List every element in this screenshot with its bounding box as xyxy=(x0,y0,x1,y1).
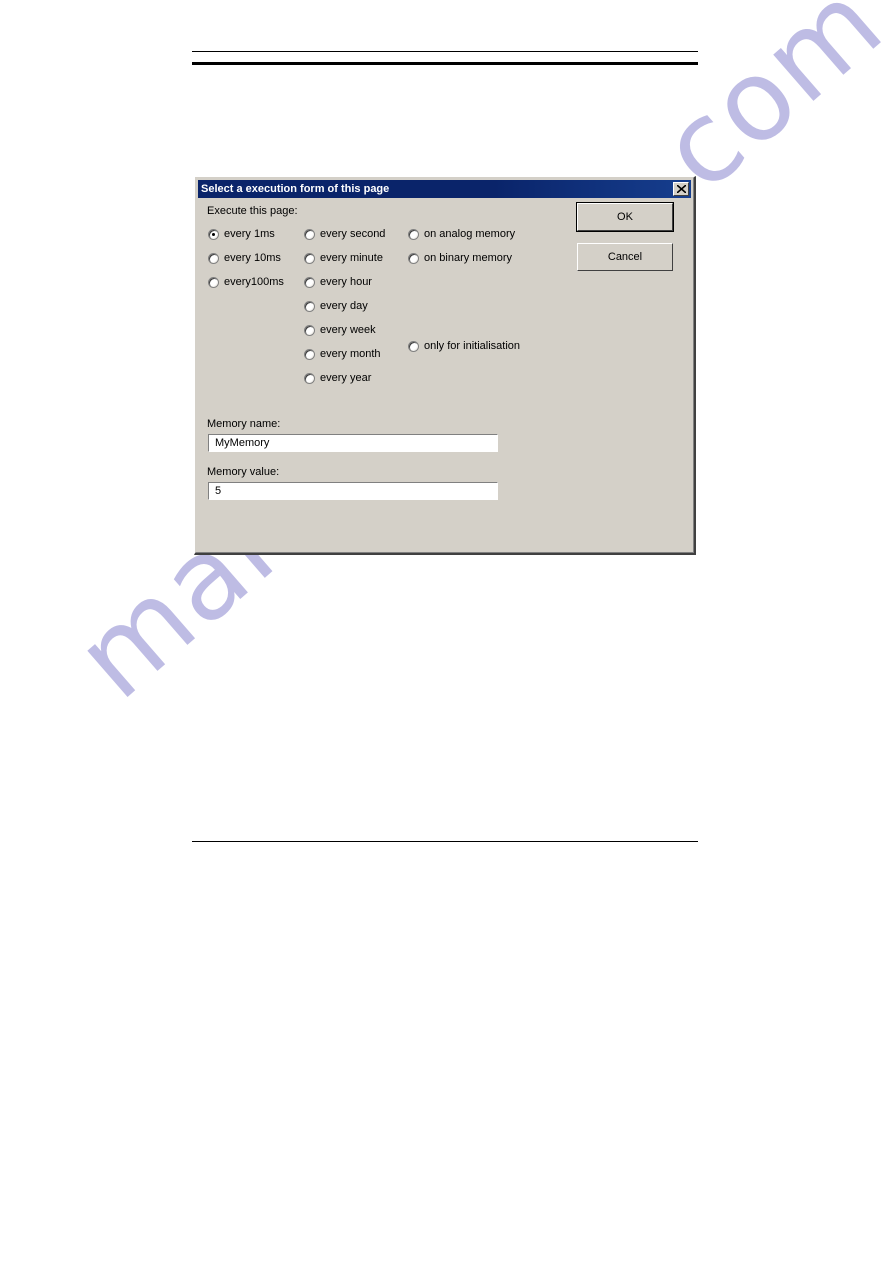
radio-only-for-initialisation[interactable]: only for initialisation xyxy=(408,339,520,363)
radio-dot-icon xyxy=(408,253,419,264)
header-rule-thin xyxy=(192,51,698,52)
radio-dot-icon xyxy=(304,349,315,360)
execution-form-dialog: Select a execution form of this page Exe… xyxy=(194,176,696,555)
radio-label: only for initialisation xyxy=(424,340,520,352)
radio-dot-icon xyxy=(304,229,315,240)
dialog-client-area: Execute this page: every 1ms every 10ms … xyxy=(198,200,691,550)
radio-label: every day xyxy=(320,300,368,312)
radio-dot-icon xyxy=(408,341,419,352)
radio-dot-icon xyxy=(304,253,315,264)
footer-rule xyxy=(192,841,698,842)
radio-label: every month xyxy=(320,348,381,360)
radio-every-year[interactable]: every year xyxy=(304,371,385,395)
ok-button[interactable]: OK xyxy=(576,202,674,232)
memory-name-field[interactable] xyxy=(208,434,498,452)
radio-label: every hour xyxy=(320,276,372,288)
radio-label: every minute xyxy=(320,252,383,264)
memory-name-input[interactable] xyxy=(209,435,497,451)
radio-label: every second xyxy=(320,228,386,240)
radio-every-100ms[interactable]: every100ms xyxy=(208,275,284,299)
radio-label: on analog memory xyxy=(424,228,516,240)
radio-label: on binary memory xyxy=(424,252,513,264)
radio-every-10ms[interactable]: every 10ms xyxy=(208,251,284,275)
header-rule-thick xyxy=(192,62,698,65)
radio-column-interval-slow: every second every minute every hour eve… xyxy=(304,227,385,395)
radio-every-second[interactable]: every second xyxy=(304,227,385,251)
radio-label: every 10ms xyxy=(224,252,281,264)
radio-dot-icon xyxy=(208,277,219,288)
memory-value-label: Memory value: xyxy=(207,466,280,478)
dialog-titlebar[interactable]: Select a execution form of this page xyxy=(198,180,691,198)
radio-on-analog-memory[interactable]: on analog memory xyxy=(408,227,515,251)
radio-dot-icon xyxy=(304,301,315,312)
radio-label: every 1ms xyxy=(224,228,275,240)
radio-label: every100ms xyxy=(224,276,284,288)
radio-dot-icon xyxy=(208,229,219,240)
radio-every-minute[interactable]: every minute xyxy=(304,251,385,275)
radio-every-month[interactable]: every month xyxy=(304,347,385,371)
cancel-button[interactable]: Cancel xyxy=(577,243,673,271)
dialog-frame: Select a execution form of this page Exe… xyxy=(195,177,694,553)
dialog-title: Select a execution form of this page xyxy=(201,183,390,195)
memory-value-input[interactable] xyxy=(209,483,497,499)
radio-dot-icon xyxy=(304,373,315,384)
radio-every-hour[interactable]: every hour xyxy=(304,275,385,299)
close-icon[interactable] xyxy=(673,182,689,196)
radio-every-week[interactable]: every week xyxy=(304,323,385,347)
memory-name-label: Memory name: xyxy=(207,418,281,430)
execute-group-label: Execute this page: xyxy=(207,205,298,217)
radio-dot-icon xyxy=(408,229,419,240)
radio-dot-icon xyxy=(208,253,219,264)
radio-label: every week xyxy=(320,324,376,336)
radio-on-binary-memory[interactable]: on binary memory xyxy=(408,251,515,275)
document-page: Select a execution form of this page Exe… xyxy=(0,0,893,1263)
radio-dot-icon xyxy=(304,325,315,336)
radio-every-1ms[interactable]: every 1ms xyxy=(208,227,284,251)
radio-dot-icon xyxy=(304,277,315,288)
radio-column-memory-trigger: on analog memory on binary memory xyxy=(408,227,515,275)
radio-every-day[interactable]: every day xyxy=(304,299,385,323)
radio-column-init-trigger: only for initialisation xyxy=(408,339,520,363)
radio-column-interval-fast: every 1ms every 10ms every100ms xyxy=(208,227,284,299)
radio-label: every year xyxy=(320,372,372,384)
memory-value-field[interactable] xyxy=(208,482,498,500)
